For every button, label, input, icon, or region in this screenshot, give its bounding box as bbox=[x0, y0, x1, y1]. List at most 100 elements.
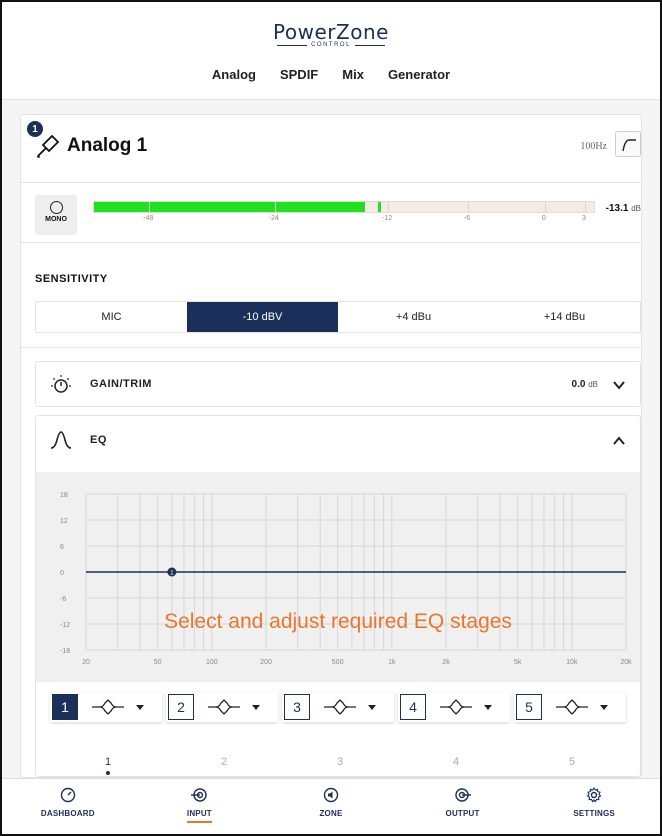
meter-scale-label: 0 bbox=[541, 215, 546, 222]
bell-filter-icon[interactable] bbox=[88, 697, 128, 717]
nav-dashboard-label: DASHBOARD bbox=[40, 809, 95, 818]
eq-stage-number[interactable]: 5 bbox=[516, 694, 542, 720]
nav-zone-label: ZONE bbox=[319, 809, 343, 818]
pager-item-4[interactable]: 4 bbox=[453, 756, 459, 768]
filter-type-dropdown-icon[interactable] bbox=[368, 704, 376, 710]
gain-trim-section[interactable]: GAIN/TRIM 0.0 dB bbox=[35, 361, 641, 407]
input-icon bbox=[191, 788, 208, 802]
level-meter-peak bbox=[377, 202, 381, 212]
bell-filter-icon[interactable] bbox=[320, 697, 360, 717]
nav-input[interactable]: INPUT bbox=[134, 779, 266, 834]
eq-stage-selector: 1 2 3 4 5 bbox=[36, 692, 640, 726]
gain-trim-value: 0.0 dB bbox=[571, 379, 598, 390]
eq-y-tick-label: -6 bbox=[60, 596, 66, 603]
nav-output[interactable]: OUTPUT bbox=[397, 779, 529, 834]
input-tabs: Analog SPDIF Mix Generator bbox=[2, 67, 660, 104]
filter-type-dropdown-icon[interactable] bbox=[252, 704, 260, 710]
filter-type-dropdown-icon[interactable] bbox=[484, 704, 492, 710]
sensitivity-plus4dbu[interactable]: +4 dBu bbox=[338, 302, 489, 332]
eq-x-tick-label: 5k bbox=[514, 659, 522, 666]
tab-generator[interactable]: Generator bbox=[376, 67, 462, 92]
pager-number: 4 bbox=[452, 756, 460, 768]
eq-x-tick-label: 2k bbox=[442, 659, 450, 666]
pager-item-3[interactable]: 3 bbox=[337, 756, 343, 768]
level-meter-fill bbox=[94, 202, 366, 212]
sensitivity-minus10dbv[interactable]: -10 dBV bbox=[187, 302, 338, 332]
sensitivity-plus14dbu[interactable]: +14 dBu bbox=[489, 302, 640, 332]
eq-curve-icon bbox=[50, 431, 72, 449]
channel-title: Analog 1 bbox=[67, 135, 148, 156]
tab-analog[interactable]: Analog bbox=[200, 67, 268, 104]
level-meter bbox=[93, 201, 595, 213]
speaker-icon bbox=[323, 787, 339, 803]
eq-y-tick-label: -18 bbox=[60, 648, 70, 655]
eq-x-tick-label: 20k bbox=[620, 659, 632, 666]
filter-type-dropdown-icon[interactable] bbox=[136, 704, 144, 710]
sensitivity-selector: MIC -10 dBV +4 dBu +14 dBu bbox=[35, 301, 641, 333]
eq-stage-number[interactable]: 2 bbox=[168, 694, 194, 720]
sensitivity-title: SENSITIVITY bbox=[35, 273, 108, 285]
eq-y-tick-label: 18 bbox=[60, 492, 68, 499]
hpf-button[interactable] bbox=[615, 131, 641, 157]
eq-y-tick-label: 12 bbox=[60, 518, 68, 525]
bell-filter-icon[interactable] bbox=[552, 697, 592, 717]
eq-y-tick-label: 0 bbox=[60, 570, 64, 577]
eq-label: EQ bbox=[90, 434, 107, 446]
pager-number: 2 bbox=[220, 756, 228, 768]
knob-icon bbox=[51, 375, 71, 393]
mono-label: MONO bbox=[45, 216, 67, 223]
nav-output-label: OUTPUT bbox=[445, 809, 480, 818]
mono-button[interactable]: MONO bbox=[35, 195, 77, 235]
nav-input-label: INPUT bbox=[187, 809, 212, 823]
gauge-icon bbox=[60, 787, 75, 803]
meter-scale-label: -24 bbox=[268, 215, 279, 222]
gain-trim-label: GAIN/TRIM bbox=[90, 378, 152, 390]
mono-circle-icon bbox=[49, 201, 63, 214]
divider bbox=[21, 347, 641, 348]
bell-filter-icon[interactable] bbox=[204, 697, 244, 717]
eq-stage-4: 4 bbox=[398, 692, 510, 722]
app-header: PowerZone CONTROL Analog SPDIF Mix Gener… bbox=[2, 2, 660, 104]
pager-item-5[interactable]: 5 bbox=[569, 756, 575, 768]
eq-stage-number[interactable]: 4 bbox=[400, 694, 426, 720]
nav-settings[interactable]: SETTINGS bbox=[528, 779, 660, 834]
eq-x-tick-label: 10k bbox=[566, 659, 578, 666]
eq-x-tick-label: 20 bbox=[82, 659, 90, 666]
main-content[interactable]: 1 Analog 1 100Hz MONO -48 -24 -12 -6 0 3 -13.… bbox=[2, 100, 660, 778]
eq-graph[interactable]: 18 12 6 0 -6 -12 -18 20 50 100 200 500 1k 2k 5k 10k 20k 1… bbox=[36, 472, 640, 682]
meter-tick bbox=[274, 202, 276, 212]
eq-stage-pager: 1 2 3 4 5 bbox=[36, 756, 640, 778]
output-icon bbox=[454, 788, 471, 802]
pager-number: 1 bbox=[104, 756, 112, 768]
meter-scale-label: -48 bbox=[143, 215, 154, 222]
nav-settings-label: SETTINGS bbox=[573, 809, 615, 818]
bottom-nav: DASHBOARD INPUT ZONE OUTPUT SETTINGS bbox=[2, 778, 660, 834]
chevron-down-icon[interactable] bbox=[612, 378, 626, 392]
eq-stage-3: 3 bbox=[282, 692, 394, 722]
meter-scale-label: 3 bbox=[582, 215, 586, 222]
tab-spdif[interactable]: SPDIF bbox=[268, 67, 330, 92]
nav-dashboard[interactable]: DASHBOARD bbox=[2, 779, 134, 834]
meter-scale-label: -6 bbox=[463, 215, 471, 222]
highpass-icon bbox=[622, 139, 636, 152]
eq-x-tick-label: 500 bbox=[332, 659, 344, 666]
tab-mix[interactable]: Mix bbox=[330, 67, 376, 92]
meter-scale: -48 -24 -12 -6 0 3 bbox=[93, 215, 595, 225]
level-meter-row: MONO -48 -24 -12 -6 0 3 -13.1 dB bbox=[21, 183, 641, 243]
eq-stage-number[interactable]: 3 bbox=[284, 694, 310, 720]
pager-item-2[interactable]: 2 bbox=[221, 756, 227, 768]
nav-zone[interactable]: ZONE bbox=[265, 779, 397, 834]
eq-graph-svg: 181260-6-12-1820 50 100 200 500 1k 2k 5k 10k 20k1 bbox=[60, 492, 632, 666]
eq-x-tick-label: 100 bbox=[206, 659, 218, 666]
sensitivity-mic[interactable]: MIC bbox=[36, 302, 187, 332]
meter-tick bbox=[149, 202, 151, 212]
pager-item-1[interactable]: 1 bbox=[105, 756, 111, 775]
pager-number: 5 bbox=[568, 756, 576, 768]
eq-section: EQ 18 12 6 0 -6 -12 -18 20 50 100 200 500 1k 2k 5k 10k 2… bbox=[35, 415, 641, 777]
eq-stage-number[interactable]: 1 bbox=[52, 694, 78, 720]
filter-type-dropdown-icon[interactable] bbox=[600, 704, 608, 710]
gear-icon bbox=[586, 787, 602, 803]
eq-hint-text: Select and adjust required EQ stages bbox=[164, 610, 512, 633]
chevron-up-icon[interactable] bbox=[612, 434, 626, 448]
bell-filter-icon[interactable] bbox=[436, 697, 476, 717]
